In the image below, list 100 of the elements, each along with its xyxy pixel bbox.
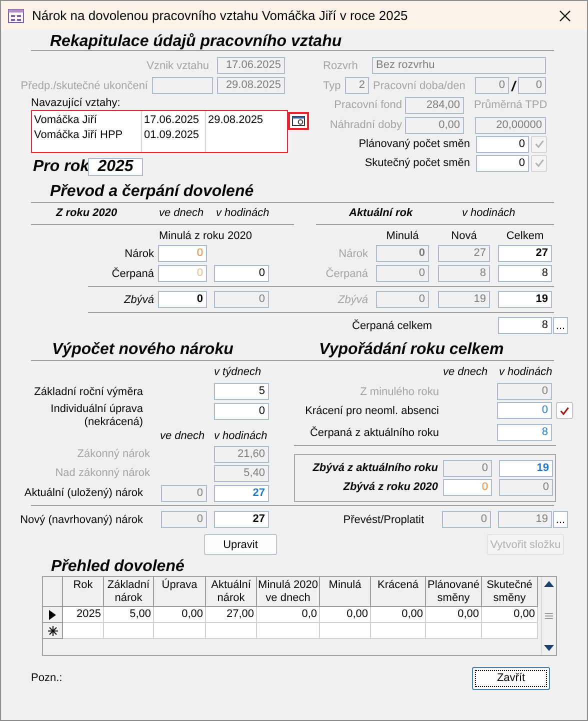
value-field[interactable]: 0 [476, 136, 529, 152]
scrollbar[interactable] [541, 577, 556, 655]
column-header[interactable]: Základní nárok [104, 577, 154, 607]
value-field: 0 [475, 77, 509, 94]
value-field[interactable]: 27 [214, 484, 269, 502]
field-label: Typ [323, 80, 342, 92]
table-cell [154, 623, 206, 639]
relations-list[interactable]: Vomáčka Jiří Vomáčka Jiří HPP 17.06.2025 01.09.2025 29.08.2025 [31, 110, 288, 153]
field-label: Nárok [338, 248, 368, 260]
value-field[interactable]: 0 [476, 154, 529, 172]
table-cell [104, 623, 154, 639]
table-cell: 0,00 [154, 607, 206, 623]
field-label: Průměrná TPD [474, 99, 548, 111]
table-cell [371, 623, 426, 639]
column-header[interactable]: Aktuální nárok [206, 577, 257, 607]
value-field: 5,40 [214, 464, 269, 482]
column-header: Celkem [505, 230, 545, 242]
field-label: Pracovní doba/den [373, 80, 466, 92]
column-header[interactable]: Minulá 2020 ve dnech [257, 577, 320, 607]
field-label: Čerpaná celkem [352, 320, 434, 332]
field-label: Vznik vztahu [146, 60, 209, 72]
more-button[interactable]: ... [553, 511, 568, 528]
field-label: Aktuální (uložený) nárok [23, 487, 143, 499]
value-field[interactable]: 5 [214, 383, 269, 400]
table-cell: 0,00 [426, 607, 482, 623]
table-cell: 2025 [63, 607, 104, 623]
value-field[interactable]: 8 [498, 265, 552, 282]
section-heading: Výpočet nového nároku [52, 341, 234, 359]
relation-detail-button[interactable] [288, 112, 309, 130]
section-heading: Přehled dovolené [51, 558, 186, 576]
more-button[interactable]: ... [553, 317, 568, 334]
value-field[interactable]: 0 [214, 403, 269, 420]
edit-button[interactable]: Upravit [204, 534, 277, 555]
table-cell: 0,00 [320, 607, 371, 623]
column-header: ve dnech [443, 366, 489, 378]
row-selector[interactable] [43, 623, 63, 639]
field-label: Plánovaný počet směn [358, 138, 470, 150]
field-label: Čerpaná [110, 268, 154, 280]
check-icon [560, 406, 569, 414]
value-field[interactable]: 27 [214, 511, 269, 528]
column-header[interactable]: Skutečné směny [482, 577, 538, 607]
column-header[interactable]: Úprava [154, 577, 206, 607]
scroll-down-icon[interactable] [544, 645, 554, 651]
section-label: Navazující vztahy: [31, 97, 122, 109]
field-label: Nárok [124, 248, 154, 260]
section-heading: Vypořádání roku celkem [319, 341, 505, 359]
year-field[interactable]: 2025 [88, 158, 143, 176]
value-field[interactable]: 0 [158, 291, 207, 308]
column-header: ve dnech [160, 430, 206, 442]
value-field: 0,00 [405, 116, 464, 134]
section-heading: Rekapitulace údajů pracovního vztahu [50, 33, 343, 51]
schedule-field: Bez rozvrhu [372, 57, 546, 74]
confirm-button[interactable] [556, 402, 573, 419]
current-row-icon [49, 610, 56, 620]
field-label: Čerpaná [324, 268, 368, 280]
field-label: Nový (navrhovaný) nárok [20, 514, 143, 526]
value-field[interactable]: 27 [498, 245, 552, 262]
column-header[interactable]: Minulá [320, 577, 371, 607]
field-label: Skutečný počet směn [364, 157, 470, 169]
date-field: 29.08.2025 [217, 77, 285, 94]
value-field[interactable]: 8 [497, 424, 552, 441]
window-icon [292, 116, 305, 126]
close-icon[interactable] [559, 10, 571, 22]
table-cell [63, 623, 104, 639]
relation-date: 29.08.2025 [208, 113, 264, 128]
column-header[interactable]: Plánované směny [426, 577, 482, 607]
field-label: Zbývá z aktuálního roku [312, 462, 438, 474]
scroll-up-icon[interactable] [544, 581, 554, 587]
column-header: Minulá [385, 230, 420, 242]
value-field[interactable]: 19 [499, 460, 553, 476]
field-label: Základní roční výměra [33, 386, 143, 398]
value-field[interactable]: 0 [214, 265, 269, 282]
value-field: 0 [518, 77, 546, 94]
value-field[interactable]: 19 [498, 291, 552, 308]
year-label: Pro rok [33, 158, 87, 176]
row-selector[interactable] [43, 607, 63, 623]
value-field[interactable]: 8 [498, 317, 552, 334]
create-folder-button: Vytvořit složku [487, 534, 564, 555]
table-cell: 0,00 [482, 607, 538, 623]
column-group-title: Z roku 2020 [56, 207, 118, 219]
column-header: Minulá z roku 2020 [159, 230, 253, 242]
table-cell: 27,00 [206, 607, 257, 623]
value-field: 0 [499, 478, 553, 496]
field-label: Čerpaná z aktuálního roku [308, 426, 439, 438]
column-header[interactable]: Rok [63, 577, 104, 607]
value-field: 0 [161, 484, 207, 502]
field-label: Nad zákonný nárok [54, 467, 150, 479]
value-field: 284,00 [405, 96, 464, 114]
value-field: 8 [438, 265, 490, 282]
value-field: 2 [345, 77, 369, 94]
field-label: Náhradní doby [328, 119, 402, 131]
relation-name: Vomáčka Jiří HPP [34, 128, 124, 143]
table-cell [482, 623, 538, 639]
value-field: 0 [214, 291, 269, 308]
check-icon [534, 140, 544, 148]
column-header[interactable]: Krácená [371, 577, 426, 607]
value-field[interactable]: 0 [497, 402, 552, 419]
close-button[interactable]: Zavřít [472, 666, 550, 690]
field-label: Převést/Proplatit [342, 514, 424, 526]
table-cell [206, 623, 257, 639]
